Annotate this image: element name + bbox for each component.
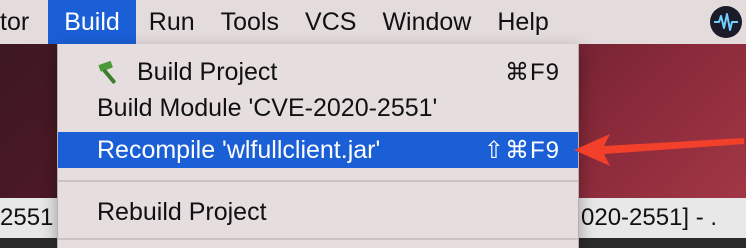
menu-build[interactable]: Build	[48, 0, 136, 44]
screen: 2551 020-2551] - . tor Build Run Tools V…	[0, 0, 746, 248]
menu-item-shortcut: ⇧⌘F9	[483, 136, 560, 164]
menu-item-label: Rebuild Project	[97, 197, 267, 226]
menu-item-rebuild-project[interactable]: Rebuild Project	[58, 194, 578, 230]
background-window-title-left: 2551	[0, 198, 65, 238]
menu-editor[interactable]: tor	[0, 0, 48, 44]
menu-item-shortcut: ⌘F9	[504, 58, 560, 86]
menu-run[interactable]: Run	[136, 0, 208, 44]
menu-vcs[interactable]: VCS	[292, 0, 369, 44]
background-window-title-right: 020-2551] - .	[574, 198, 746, 238]
menu-item-recompile[interactable]: Recompile 'wlfullclient.jar' ⇧⌘F9	[58, 132, 578, 168]
background-title-text-left: 2551	[0, 204, 54, 231]
menu-item-label: Build Module 'CVE-2020-2551'	[97, 93, 438, 122]
menu-item-label: Build Project	[137, 57, 278, 86]
menu-separator	[58, 180, 578, 182]
menu-separator	[58, 238, 578, 240]
menu-item-build-project[interactable]: Build Project ⌘F9	[58, 54, 578, 90]
menu-bar: tor Build Run Tools VCS Window Help	[0, 0, 746, 44]
menu-tools[interactable]: Tools	[208, 0, 292, 44]
menu-window[interactable]: Window	[369, 0, 484, 44]
hammer-icon	[98, 61, 116, 84]
menu-help[interactable]: Help	[484, 0, 561, 44]
menu-item-label: Recompile 'wlfullclient.jar'	[97, 135, 381, 164]
background-title-text-right: 020-2551] - .	[581, 204, 718, 231]
build-menu-dropdown: Build Project ⌘F9 Build Module 'CVE-2020…	[57, 44, 579, 248]
menu-item-build-module[interactable]: Build Module 'CVE-2020-2551'	[58, 90, 578, 126]
annotation-arrow-icon	[574, 134, 744, 166]
activity-monitor-icon[interactable]	[710, 6, 742, 38]
